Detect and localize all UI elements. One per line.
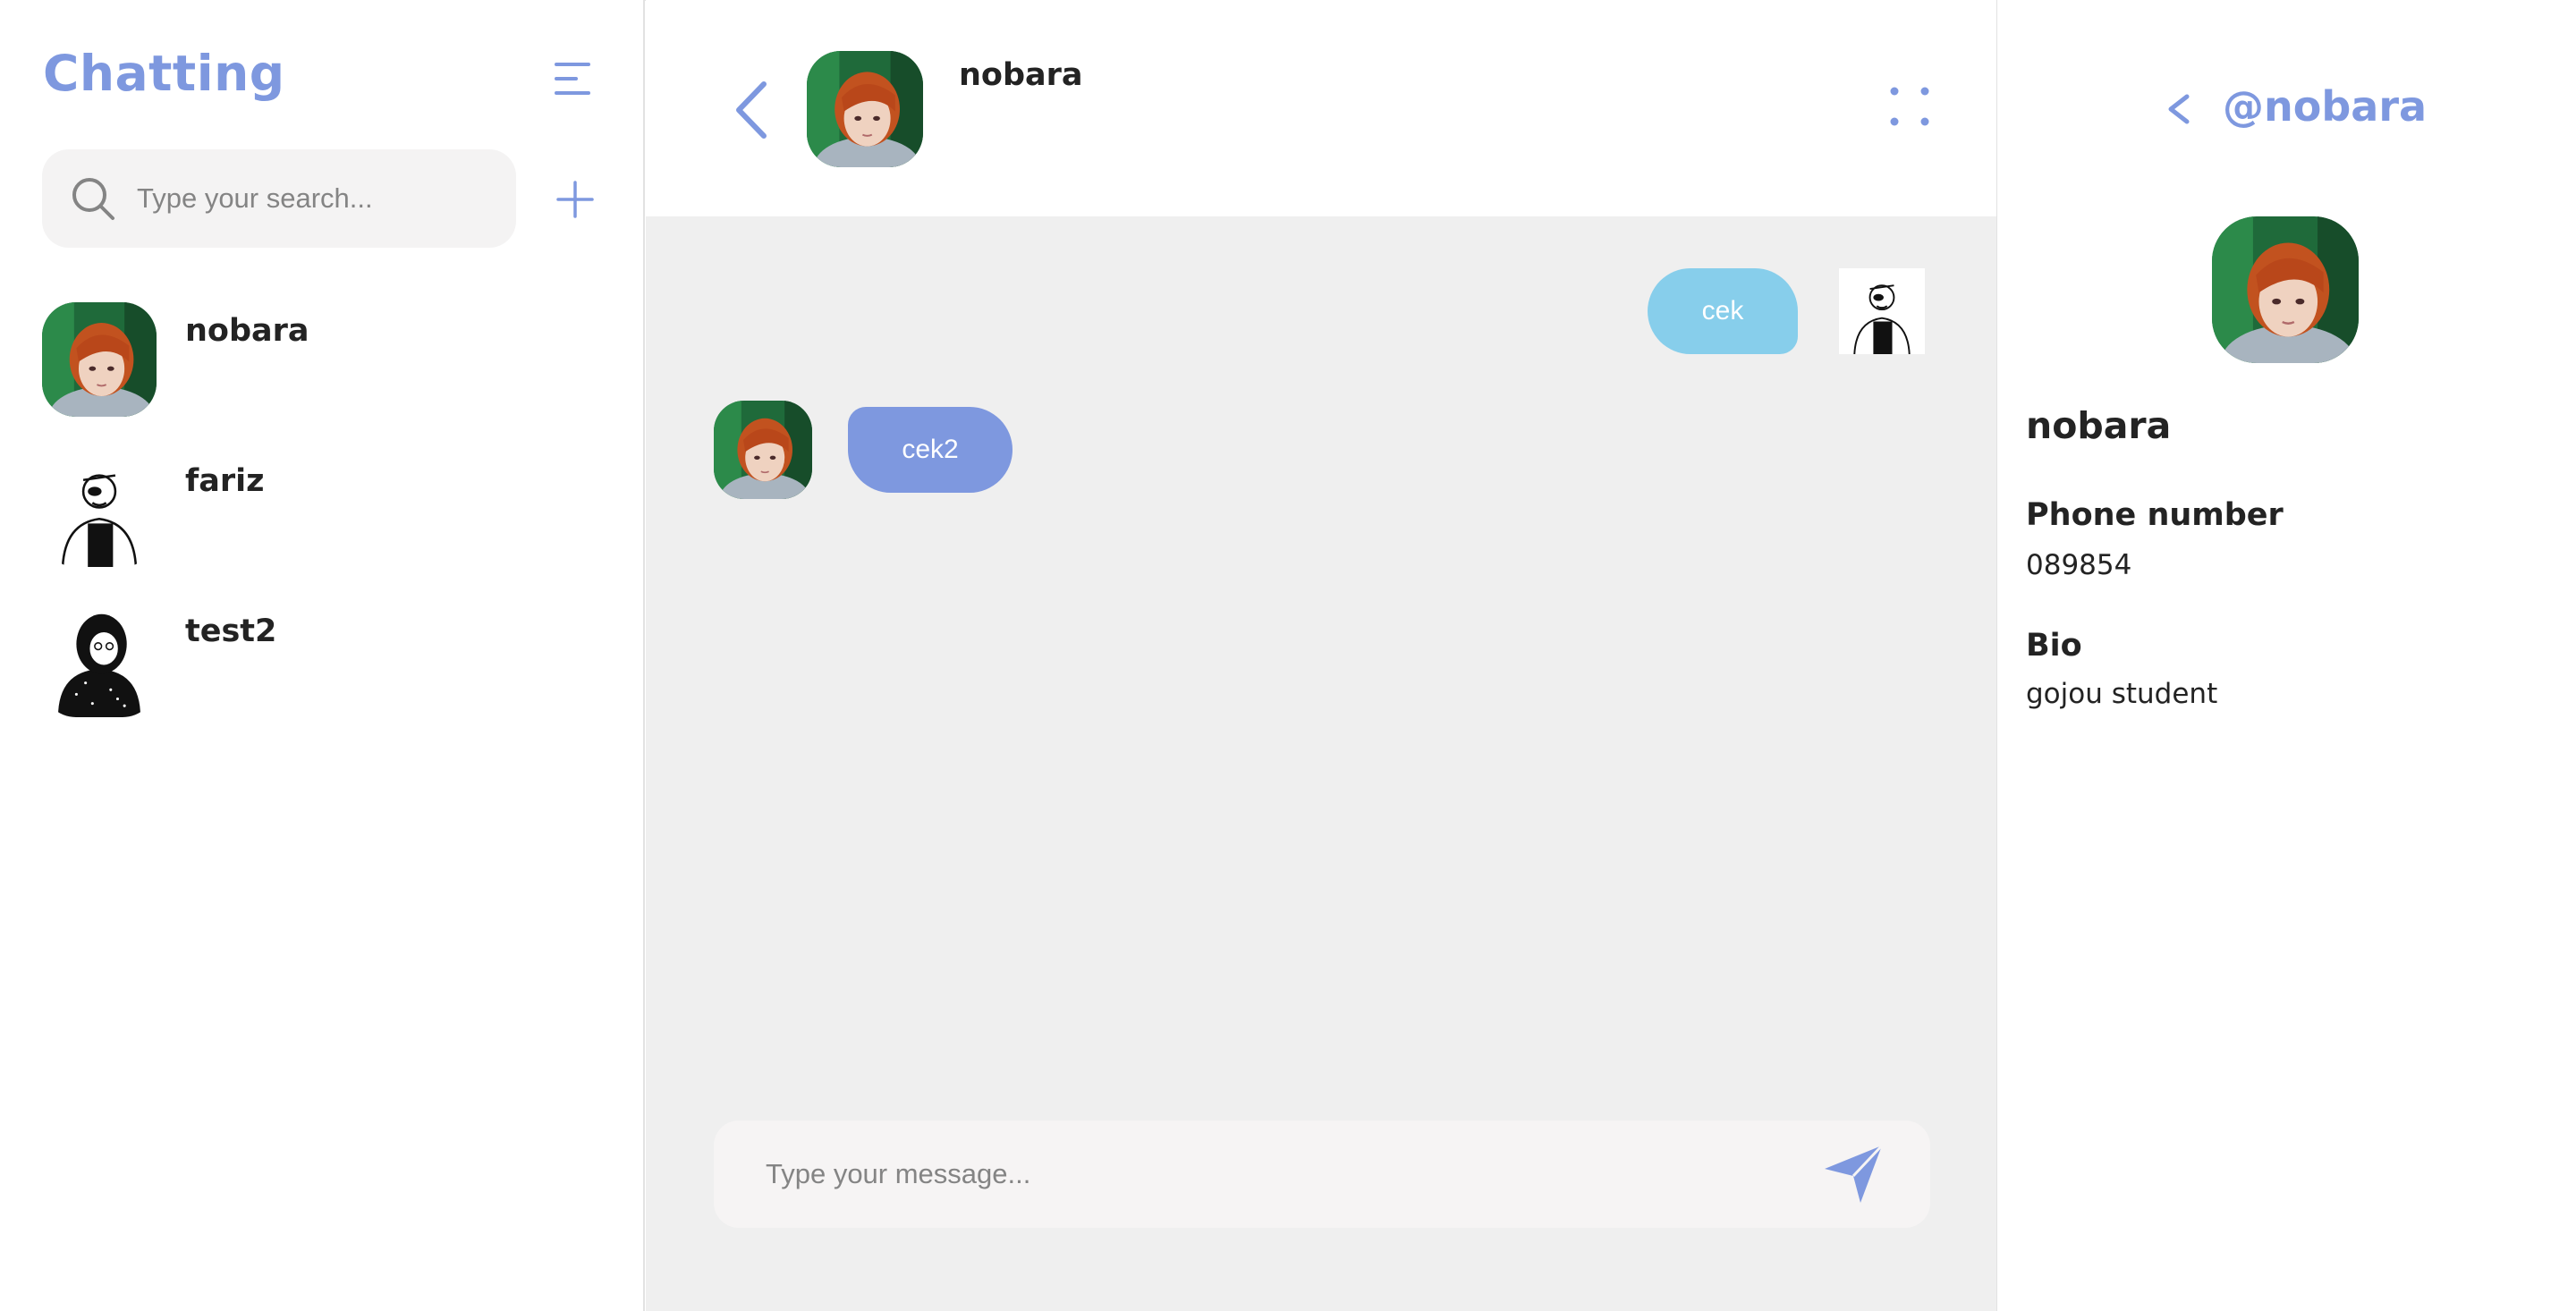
profile-back-button[interactable] bbox=[2165, 93, 2192, 125]
receiver-avatar bbox=[714, 401, 812, 499]
chat-header-avatar[interactable] bbox=[807, 51, 923, 167]
back-chevron-icon bbox=[2168, 94, 2190, 124]
incoming-message: cek2 bbox=[714, 401, 1013, 499]
chat-options-button[interactable] bbox=[1889, 86, 1930, 127]
bio-value: gojou student bbox=[2026, 678, 2218, 710]
send-icon bbox=[1825, 1144, 1884, 1203]
outgoing-bubble[interactable]: cek bbox=[1648, 268, 1798, 354]
profile-handle: @nobara bbox=[2223, 82, 2428, 131]
profile-name: nobara bbox=[2026, 404, 2172, 447]
chat-header: nobara bbox=[646, 0, 1996, 216]
message-composer[interactable] bbox=[714, 1121, 1930, 1228]
contact-item[interactable]: fariz bbox=[42, 453, 614, 578]
back-chevron-icon bbox=[736, 81, 767, 139]
outgoing-message: cek bbox=[1648, 268, 1925, 354]
incoming-bubble[interactable]: cek2 bbox=[848, 407, 1013, 493]
contact-name: fariz bbox=[185, 463, 265, 499]
phone-value: 089854 bbox=[2026, 549, 2132, 581]
test2-avatar bbox=[42, 603, 157, 717]
plus-icon bbox=[556, 181, 594, 218]
app-title: Chatting bbox=[43, 45, 285, 102]
menu-icon bbox=[555, 63, 590, 95]
search-input[interactable] bbox=[137, 182, 477, 215]
phone-label: Phone number bbox=[2026, 497, 2284, 533]
contact-item[interactable]: nobara bbox=[42, 302, 614, 427]
fariz-avatar bbox=[42, 453, 157, 567]
bio-label: Bio bbox=[2026, 628, 2082, 664]
dots-grid-icon bbox=[1890, 87, 1929, 126]
search-box[interactable] bbox=[42, 149, 516, 248]
contact-name: nobara bbox=[185, 313, 309, 349]
message-input[interactable] bbox=[766, 1158, 1767, 1190]
chat-back-button[interactable] bbox=[733, 80, 769, 140]
new-chat-button[interactable] bbox=[555, 179, 596, 220]
sidebar: Chatting nobara fariz bbox=[0, 0, 645, 1311]
sender-avatar bbox=[1839, 268, 1925, 354]
send-button[interactable] bbox=[1821, 1142, 1885, 1206]
chat-header-name: nobara bbox=[959, 57, 1083, 93]
nobara-avatar bbox=[42, 302, 157, 417]
search-icon bbox=[72, 178, 114, 220]
menu-button[interactable] bbox=[553, 61, 596, 97]
contact-item[interactable]: test2 bbox=[42, 603, 614, 728]
chat-area: nobara cek cek2 bbox=[646, 0, 1996, 1311]
contact-name: test2 bbox=[185, 613, 277, 649]
profile-panel: @nobara nobara Phone number 089854 Bio g… bbox=[1996, 0, 2576, 1311]
profile-avatar bbox=[2212, 216, 2359, 363]
